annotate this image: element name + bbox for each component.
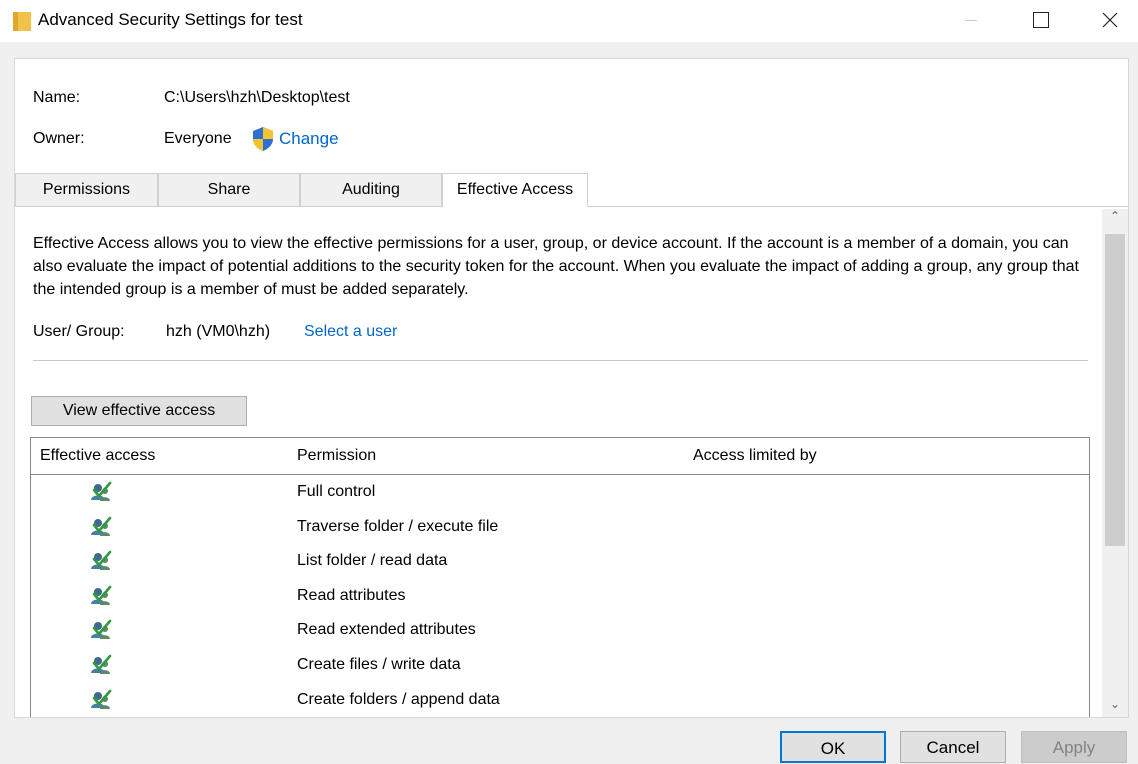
minimize-button[interactable] — [940, 0, 1002, 42]
column-header-permission[interactable]: Permission — [297, 447, 376, 465]
user-check-icon — [91, 516, 112, 536]
permission-name: Traverse folder / execute file — [297, 517, 499, 535]
uac-shield-icon — [253, 127, 273, 151]
main-panel: Name: C:\Users\hzh\Desktop\test Owner: E… — [14, 58, 1129, 718]
cancel-button[interactable]: Cancel — [900, 731, 1006, 763]
column-header-access-limited-by[interactable]: Access limited by — [693, 447, 817, 465]
tab-share[interactable]: Share — [158, 173, 300, 206]
scroll-up-arrow-icon[interactable]: ⌃ — [1102, 209, 1128, 229]
tab-permissions[interactable]: Permissions — [15, 173, 158, 206]
grid-row[interactable]: Create folders / append data — [31, 684, 1089, 717]
grid-row[interactable]: Create files / write data — [31, 649, 1089, 683]
window-title: Advanced Security Settings for test — [38, 10, 303, 29]
title-bar: Advanced Security Settings for test — [0, 0, 1138, 42]
user-check-icon — [91, 585, 112, 605]
grid-row[interactable]: Traverse folder / execute file — [31, 511, 1089, 545]
owner-label: Owner: — [33, 130, 85, 147]
permission-name: Full control — [297, 483, 376, 500]
permission-name: Create files / write data — [297, 656, 461, 673]
apply-button[interactable]: Apply — [1021, 731, 1127, 763]
view-effective-access-button[interactable]: View effective access — [31, 396, 247, 426]
user-check-icon — [91, 550, 112, 571]
grid-header: Effective access Permission Access limit… — [31, 438, 1089, 475]
effective-access-grid[interactable]: Effective access Permission Access limit… — [30, 437, 1090, 717]
tab-auditing[interactable]: Auditing — [300, 173, 442, 206]
column-header-effective-access[interactable]: Effective access — [40, 447, 155, 465]
grid-row[interactable]: Full control — [31, 476, 1089, 510]
effective-access-content: Effective Access allows you to view the … — [15, 207, 1128, 717]
user-check-icon — [91, 481, 112, 501]
user-check-icon — [91, 620, 112, 640]
permission-name: Read extended attributes — [297, 621, 476, 639]
user-check-icon — [91, 654, 112, 674]
permission-name: List folder / read data — [297, 552, 448, 570]
user-check-icon — [91, 689, 112, 709]
effective-access-description: Effective Access allows you to view the … — [33, 235, 1079, 298]
name-value: C:\Users\hzh\Desktop\test — [164, 89, 350, 106]
permission-name: Create folders / append data — [297, 690, 500, 708]
grid-row[interactable]: Read extended attributes — [31, 614, 1089, 648]
user-group-value: hzh (VM0\hzh) — [166, 323, 271, 340]
close-button[interactable] — [1078, 0, 1138, 42]
change-owner-link[interactable]: Change — [279, 129, 339, 149]
select-user-link[interactable]: Select a user — [304, 323, 397, 341]
tab-effective-access[interactable]: Effective Access — [442, 173, 588, 207]
permission-name: Read attributes — [297, 586, 406, 604]
user-group-label: User/ Group: — [33, 323, 125, 340]
maximize-button[interactable] — [1008, 0, 1070, 42]
grid-row[interactable]: Read attributes — [31, 580, 1089, 614]
grid-row[interactable]: List folder / read data — [31, 545, 1089, 579]
name-label: Name: — [33, 89, 81, 106]
folder-icon — [13, 12, 31, 31]
owner-value: Everyone — [164, 130, 232, 147]
close-icon — [1102, 12, 1118, 28]
ok-button[interactable]: OK — [780, 731, 886, 763]
scroll-thumb[interactable] — [1105, 234, 1125, 546]
divider — [33, 360, 1088, 361]
vertical-scrollbar[interactable]: ⌃ ⌄ — [1102, 209, 1128, 717]
scroll-down-arrow-icon[interactable]: ⌄ — [1102, 697, 1128, 717]
tab-bar: Permissions Share Auditing Effective Acc… — [15, 173, 1128, 207]
